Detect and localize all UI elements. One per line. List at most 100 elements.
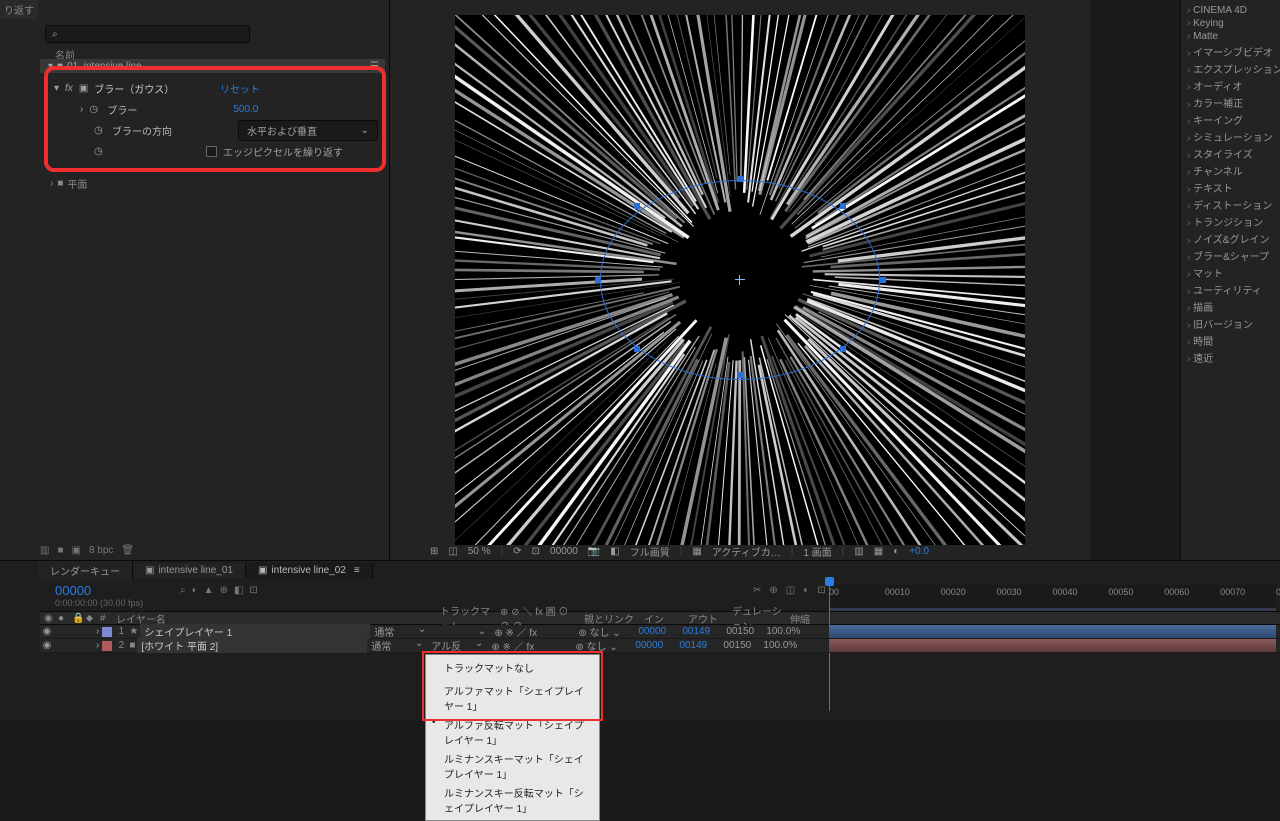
parent-link[interactable]: ⊚ なし ⌄ (571, 638, 631, 653)
mask-handle[interactable] (737, 176, 743, 182)
mask-handle[interactable] (840, 203, 846, 209)
work-area[interactable] (829, 608, 1276, 611)
zoom-value[interactable]: 50 % (468, 546, 491, 557)
in-time[interactable]: 00000 (634, 626, 678, 637)
effect-category[interactable]: 遠近 (1187, 349, 1274, 366)
quality-dropdown[interactable]: フル画質 (630, 544, 670, 559)
preset-icon[interactable]: ▣ (79, 83, 88, 94)
snapshot-icon[interactable]: 📷 (588, 546, 600, 557)
effect-category[interactable]: ブラー&シャープ (1187, 247, 1274, 264)
chevron-right-icon[interactable]: › (96, 626, 99, 637)
effect-category[interactable]: CINEMA 4D (1187, 4, 1274, 17)
canvas[interactable] (455, 15, 1025, 545)
blend-mode[interactable]: 通常 ⌄ (367, 638, 427, 653)
timecode[interactable]: 00000 (550, 546, 578, 557)
stopwatch-icon[interactable]: ◷ (89, 104, 101, 116)
fx-icon[interactable]: fx (65, 83, 73, 94)
effect-category[interactable]: エクスプレッション制御 (1187, 60, 1274, 77)
plane-folder-row[interactable]: › ■ 平面 (50, 176, 87, 191)
effect-category[interactable]: トランジション (1187, 213, 1274, 230)
toolbar-icon[interactable]: ⊕ (220, 585, 228, 596)
blend-mode[interactable]: 通常 ⌄ (370, 624, 430, 639)
toolbar-icon[interactable]: ⊡ (249, 585, 257, 596)
duration[interactable]: 00150 (722, 626, 766, 637)
tab-render-queue[interactable]: レンダーキュー (38, 561, 133, 580)
track-matte[interactable]: アル反 ⌄ (427, 638, 487, 653)
layer-name[interactable]: シェイプレイヤー 1 (140, 624, 370, 639)
layer-bar-1[interactable] (829, 625, 1276, 638)
out-time[interactable]: 00149 (678, 626, 722, 637)
effect-category[interactable]: ユーティリティ (1187, 281, 1274, 298)
edge-checkbox[interactable] (206, 146, 217, 157)
bpc-label[interactable]: 8 bpc (89, 545, 113, 556)
mask-handle[interactable] (634, 346, 640, 352)
layer-switches[interactable]: ⊕ ※ ／ fx (487, 638, 571, 653)
toolbar-icon[interactable]: ⊡ (532, 546, 540, 557)
search-input[interactable]: ⌕ (45, 25, 250, 43)
chevron-right-icon[interactable]: › (80, 104, 83, 115)
exposure-value[interactable]: +0.0 (909, 546, 929, 557)
effect-category[interactable]: スタイライズ (1187, 145, 1274, 162)
effect-category[interactable]: オーディオ (1187, 77, 1274, 94)
matte-option[interactable]: アルファマット「シェイプレイヤー 1」 (426, 681, 599, 715)
search-icon[interactable]: ⌕ (180, 585, 186, 596)
toolbar-icon[interactable]: ▦ (874, 546, 883, 557)
project-folder-row[interactable]: ▾ ■ 01. intensive line ☰ (40, 59, 385, 73)
mask-handle[interactable] (880, 277, 886, 283)
matte-option[interactable]: ルミナンスキーマット「シェイプレイヤー 1」 (426, 749, 599, 783)
layer-color[interactable] (102, 641, 112, 651)
matte-option-none[interactable]: トラックマットなし (426, 658, 599, 677)
matte-option[interactable]: ルミナンスキー反転マット「シェイプレイヤー 1」 (426, 783, 599, 817)
stopwatch-icon[interactable]: ◷ (94, 125, 106, 137)
duration[interactable]: 00150 (719, 640, 763, 651)
mask-handle[interactable] (595, 277, 601, 283)
effect-category[interactable]: Keying (1187, 17, 1274, 30)
tab-comp2[interactable]: ▣intensive line_02≡ (246, 563, 373, 578)
toolbar-icon[interactable]: ✂ (753, 585, 761, 596)
footer-icon[interactable]: ▣ (72, 545, 81, 556)
toolbar-icon[interactable]: ▦ (692, 546, 701, 557)
direction-dropdown[interactable]: 水平および垂直 ⌄ (238, 120, 378, 141)
effect-category[interactable]: Matte (1187, 30, 1274, 43)
stopwatch-icon[interactable]: ◷ (94, 146, 106, 158)
effect-category[interactable]: イマーシブビデオ (1187, 43, 1274, 60)
trash-icon[interactable]: 🗑 (121, 545, 134, 556)
mask-handle[interactable] (840, 346, 846, 352)
effect-category[interactable]: シミュレーション (1187, 128, 1274, 145)
mask-handle[interactable] (634, 203, 640, 209)
layer-switches[interactable]: ⊕ ※ ／ fx (490, 624, 574, 639)
effect-category[interactable]: 描画 (1187, 298, 1274, 315)
anchor-point-icon[interactable] (735, 275, 745, 285)
param-blur-value[interactable]: 500.0 (233, 104, 258, 115)
visibility-toggle[interactable]: ◉ (40, 640, 54, 651)
toolbar-icon[interactable]: ◐ (893, 546, 899, 557)
effect-category[interactable]: チャンネル (1187, 162, 1274, 179)
toolbar-icon[interactable]: ▥ (854, 546, 863, 557)
toolbar-icon[interactable]: ◐ (803, 585, 809, 596)
effect-category[interactable]: 旧バージョン (1187, 315, 1274, 332)
views-dropdown[interactable]: 1 画面 (803, 544, 831, 559)
toolbar-icon[interactable]: ◫ (448, 546, 457, 557)
out-time[interactable]: 00149 (675, 640, 719, 651)
matte-option[interactable]: アルファ反転マット「シェイプレイヤー 1」 (426, 715, 599, 749)
time-ruler[interactable]: 0000010000200003000040000500006000070000… (829, 585, 1276, 609)
layer-bar-2[interactable] (829, 639, 1276, 652)
chevron-down-icon[interactable]: ▾ (54, 83, 59, 94)
toolbar-icon[interactable]: ⟳ (513, 546, 521, 557)
effect-category[interactable]: マット (1187, 264, 1274, 281)
toolbar-icon[interactable]: ⊞ (430, 546, 438, 557)
mask-handle[interactable] (737, 372, 743, 378)
footer-icon[interactable]: ■ (57, 545, 63, 556)
reset-link[interactable]: リセット (220, 81, 260, 96)
stretch[interactable]: 100.0% (766, 626, 810, 637)
stretch[interactable]: 100.0% (763, 640, 807, 651)
effect-category[interactable]: キーイング (1187, 111, 1274, 128)
footer-icon[interactable]: ▥ (40, 545, 49, 556)
toolbar-icon[interactable]: ◫ (786, 585, 795, 596)
current-timecode[interactable]: 00000 (55, 583, 91, 598)
effect-category[interactable]: 時間 (1187, 332, 1274, 349)
parent-link[interactable]: ⊚ なし ⌄ (574, 624, 634, 639)
toolbar-icon[interactable]: ◧ (610, 546, 619, 557)
effect-category[interactable]: ディストーション (1187, 196, 1274, 213)
visibility-toggle[interactable]: ◉ (40, 626, 54, 637)
